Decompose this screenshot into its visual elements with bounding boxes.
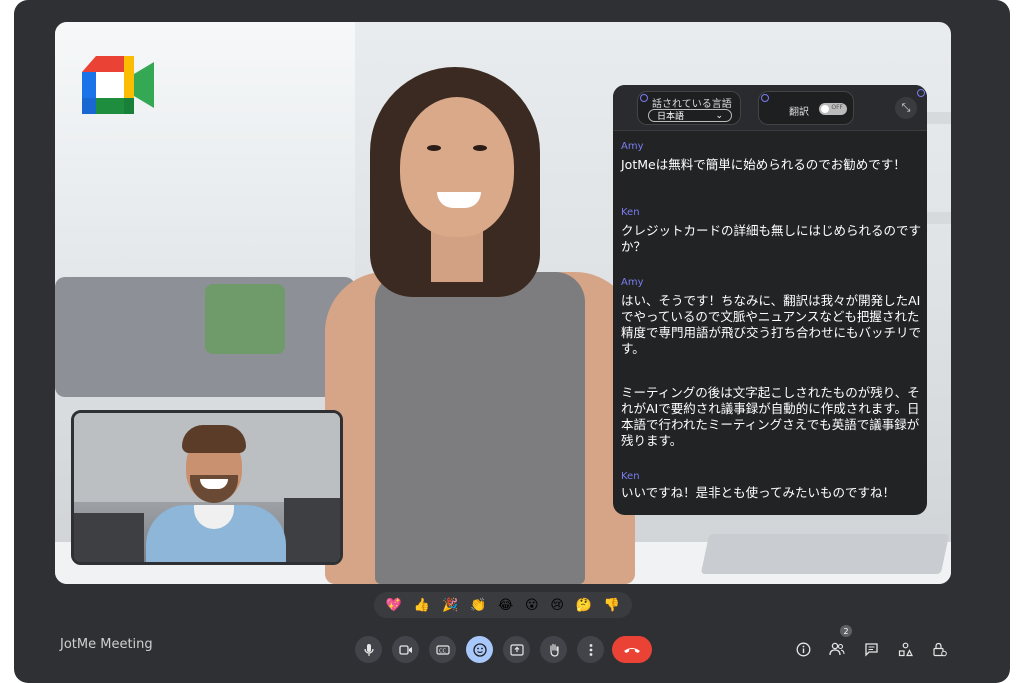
background-pillow <box>205 284 285 354</box>
self-view-video[interactable] <box>71 410 343 565</box>
host-controls-icon[interactable] <box>928 638 950 660</box>
activities-icon[interactable] <box>894 638 916 660</box>
people-icon[interactable] <box>826 638 848 660</box>
reaction-thinking[interactable]: 🤔 <box>576 599 592 612</box>
reactions-bar: 💖 👍 🎉 👏 😂 😮 😢 🤔 👎 <box>374 592 632 618</box>
message-speaker: Amy <box>621 141 644 152</box>
present-screen-icon[interactable] <box>503 636 530 663</box>
toggle-state: OFF <box>831 104 843 111</box>
spoken-language-select[interactable]: 日本語 ⌄ <box>648 109 732 122</box>
speaker-eye <box>427 145 441 151</box>
meet-logo <box>82 56 154 114</box>
emoji-icon[interactable] <box>466 636 493 663</box>
microphone-icon[interactable] <box>355 636 382 663</box>
collapse-icon[interactable]: ⤡ <box>895 97 917 119</box>
end-call-icon[interactable] <box>612 636 652 663</box>
chevron-down-icon: ⌄ <box>715 110 723 121</box>
info-icon[interactable] <box>792 638 814 660</box>
raise-hand-icon[interactable] <box>540 636 567 663</box>
camera-icon[interactable] <box>392 636 419 663</box>
speaker-top <box>375 272 585 584</box>
more-options-icon[interactable] <box>577 636 604 663</box>
chat-icon[interactable] <box>860 638 882 660</box>
translation-toggle[interactable]: OFF <box>819 103 847 115</box>
reaction-laugh[interactable]: 😂 <box>498 599 513 612</box>
speaker-face <box>400 97 514 237</box>
participant-hair <box>182 425 246 453</box>
translation-label: 翻訳 <box>789 107 809 118</box>
message-text: JotMeは無料で簡単に始められるのでお勧めです！ <box>621 157 906 172</box>
message-speaker: Ken <box>621 471 640 482</box>
reaction-party[interactable]: 🎉 <box>442 599 458 612</box>
svg-text:CC: CC <box>439 648 446 654</box>
reaction-thumbs-up[interactable]: 👍 <box>414 599 430 612</box>
message-text: はい、そうです！ちなみに、翻訳は我々が開発したAIでやっているので文脈やニュアン… <box>621 293 922 356</box>
message-text: ミーティングの後は文字起こしされたものが残り、それがAIで要約され議事録が自動的… <box>621 385 920 448</box>
panel-header: 話されている言語 日本語 ⌄ 翻訳 OFF ⤡ <box>613 85 927 131</box>
message-text: クレジットカードの詳細も無しにはじめられるのですか？ <box>621 223 922 254</box>
reaction-clap[interactable]: 👏 <box>470 599 486 612</box>
spoken-language-box: 話されている言語 日本語 ⌄ <box>637 91 741 125</box>
translation-toggle-box: 翻訳 OFF <box>758 91 854 125</box>
participants-count-badge: 2 <box>840 625 852 637</box>
laptop <box>700 534 950 574</box>
captions-icon[interactable]: CC <box>429 636 456 663</box>
message-speaker: Ken <box>621 207 640 218</box>
reaction-heart[interactable]: 💖 <box>386 599 402 612</box>
pip-desk <box>74 513 144 562</box>
reaction-thumbs-down[interactable]: 👎 <box>604 599 620 612</box>
toggle-knob <box>821 105 829 113</box>
translation-panel: 話されている言語 日本語 ⌄ 翻訳 OFF ⤡ Amy JotMeは無料で簡単に… <box>613 85 927 515</box>
pip-desk <box>284 498 340 562</box>
meeting-title: JotMe Meeting <box>60 637 153 652</box>
spoken-language-label: 話されている言語 <box>652 99 732 110</box>
info-icon[interactable] <box>761 94 769 102</box>
message-text: いいですね！是非とも使ってみたいものですね！ <box>621 485 896 500</box>
reaction-sad[interactable]: 😢 <box>550 599 564 612</box>
reaction-surprised[interactable]: 😮 <box>525 599 539 612</box>
info-icon[interactable] <box>640 94 648 102</box>
message-speaker: Amy <box>621 277 644 288</box>
speaker-eye <box>473 145 487 151</box>
spoken-language-value: 日本語 <box>657 112 685 122</box>
info-icon[interactable] <box>917 89 925 97</box>
